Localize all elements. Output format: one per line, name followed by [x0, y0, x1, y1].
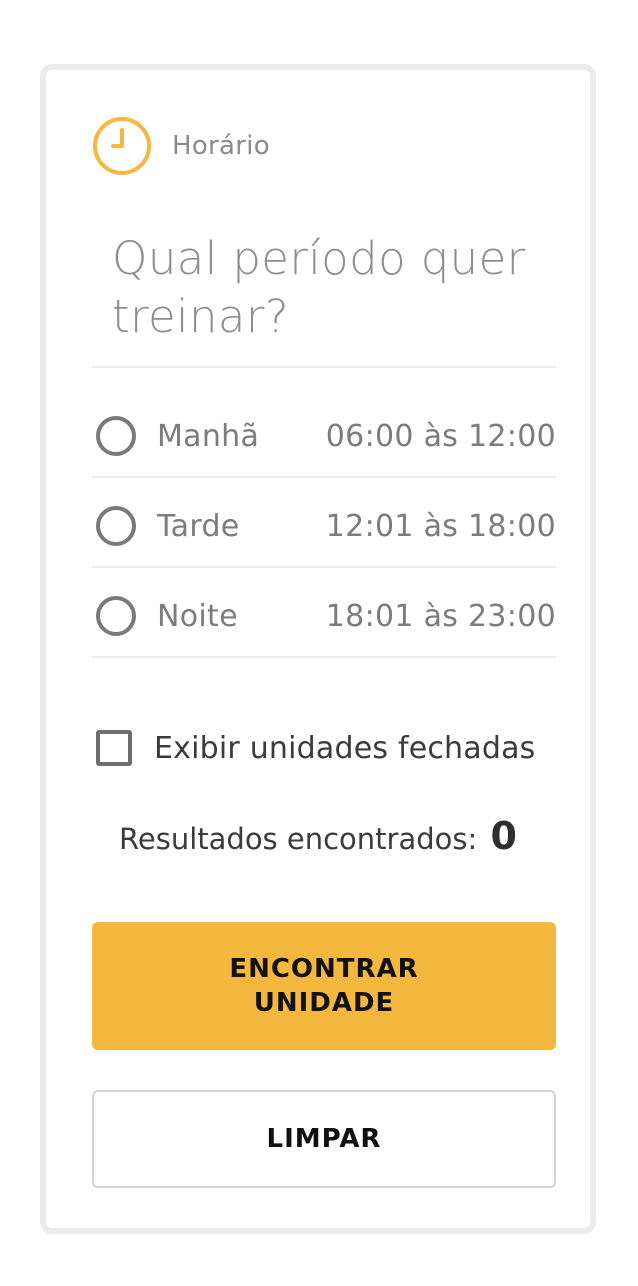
- radio-icon[interactable]: [96, 596, 136, 636]
- period-option-afternoon[interactable]: Tarde 12:01 às 18:00: [92, 482, 556, 570]
- clear-button[interactable]: LIMPAR: [92, 1090, 556, 1188]
- results-count: 0: [490, 814, 517, 858]
- period-question: Qual período quer treinar?: [112, 232, 526, 343]
- section-label: Horário: [172, 131, 271, 161]
- find-unit-button-label: ENCONTRAR UNIDADE: [229, 954, 419, 1018]
- radio-icon[interactable]: [96, 416, 136, 456]
- results-summary: Resultados encontrados: 0: [46, 814, 590, 858]
- period-option-night[interactable]: Noite 18:01 às 23:00: [92, 572, 556, 660]
- schedule-filter-card: Horário Qual período quer treinar? Manhã…: [40, 64, 596, 1234]
- period-time: 12:01 às 18:00: [325, 508, 556, 544]
- period-name: Tarde: [157, 508, 240, 544]
- period-time: 06:00 às 12:00: [325, 418, 556, 454]
- period-time: 18:01 às 23:00: [325, 598, 556, 634]
- divider: [92, 566, 556, 568]
- divider: [92, 366, 556, 368]
- show-closed-units-toggle[interactable]: Exibir unidades fechadas: [96, 726, 566, 770]
- section-header: Horário: [92, 116, 270, 176]
- find-unit-button[interactable]: ENCONTRAR UNIDADE: [92, 922, 556, 1050]
- divider: [92, 476, 556, 478]
- show-closed-units-label: Exibir unidades fechadas: [154, 730, 536, 766]
- divider: [92, 656, 556, 658]
- radio-icon[interactable]: [96, 506, 136, 546]
- clear-button-label: LIMPAR: [266, 1124, 382, 1154]
- period-name: Manhã: [157, 418, 260, 454]
- clock-icon: [93, 117, 151, 175]
- checkbox-icon[interactable]: [96, 730, 132, 766]
- results-label: Resultados encontrados:: [119, 822, 478, 856]
- period-name: Noite: [157, 598, 238, 634]
- period-option-morning[interactable]: Manhã 06:00 às 12:00: [92, 392, 556, 480]
